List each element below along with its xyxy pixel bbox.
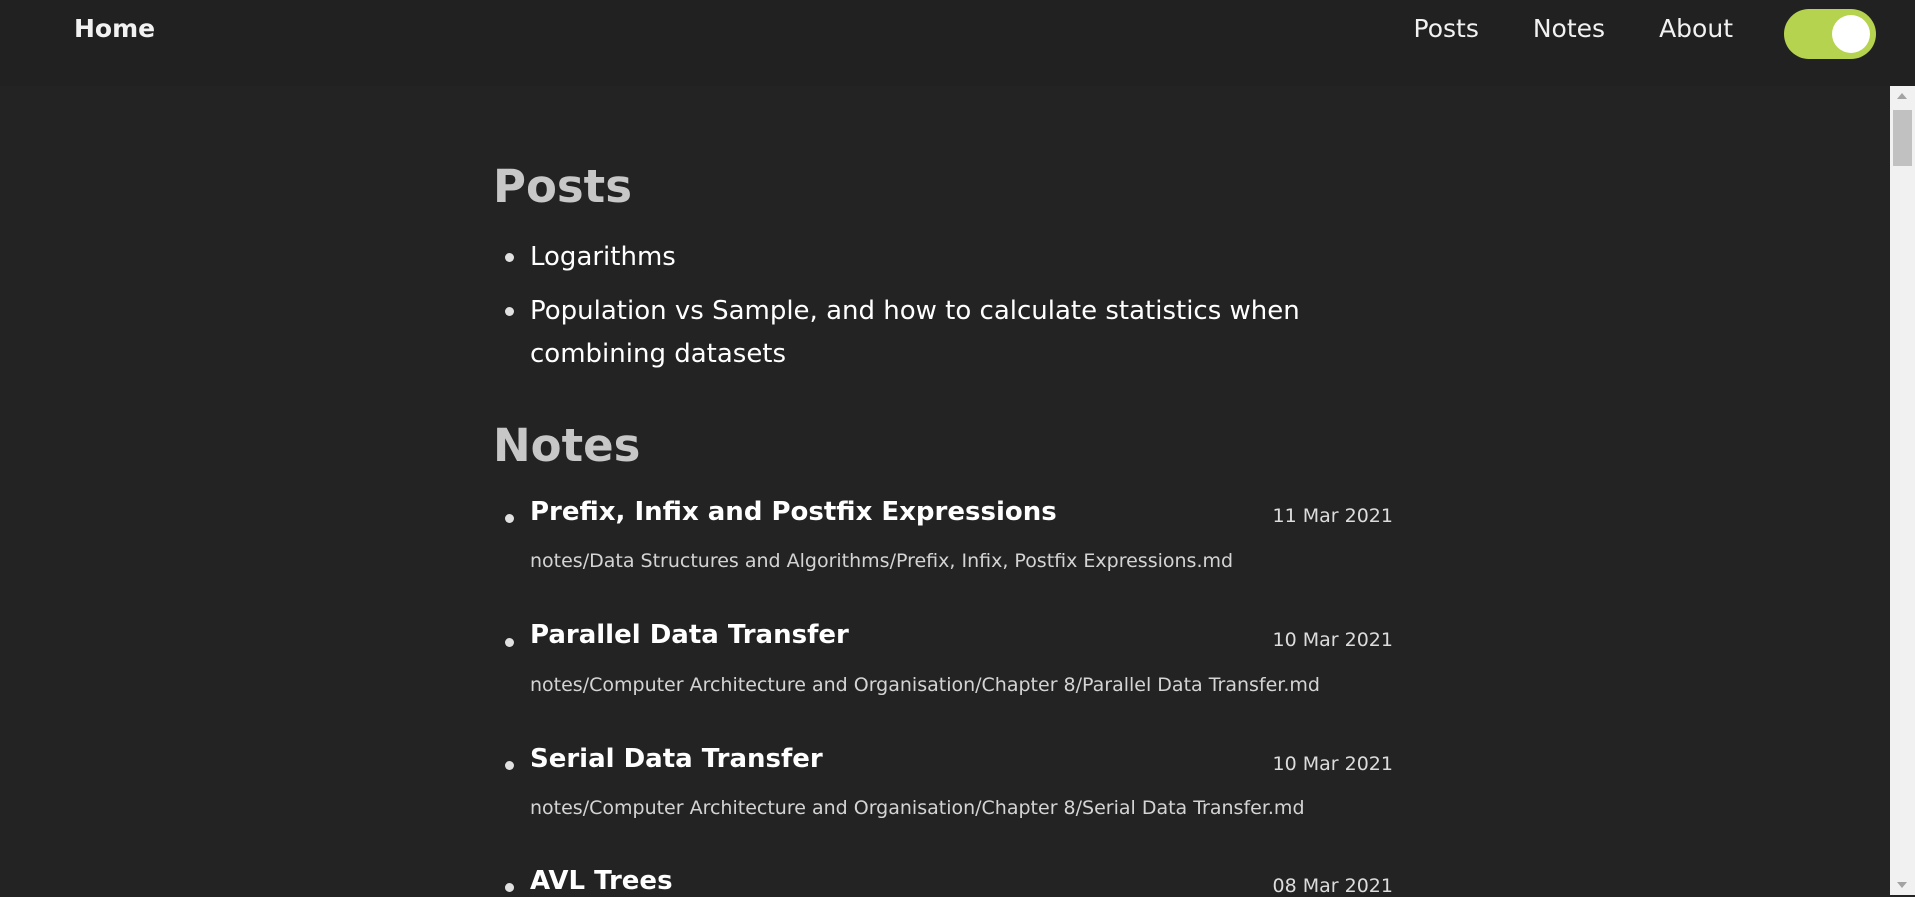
bullet-icon	[505, 514, 514, 523]
bullet-icon	[505, 253, 514, 262]
note-path: notes/Data Structures and Algorithms/Pre…	[530, 550, 1234, 572]
nav-link-notes[interactable]: Notes	[1533, 14, 1605, 43]
note-date: 08 Mar 2021	[1272, 875, 1393, 897]
posts-heading: Posts	[493, 160, 632, 213]
post-item-population-vs-sample[interactable]: Population vs Sample, and how to calcula…	[530, 290, 1390, 376]
nav-home-link[interactable]: Home	[74, 14, 155, 43]
bullet-icon	[505, 638, 514, 647]
note-date: 10 Mar 2021	[1272, 753, 1393, 775]
theme-toggle[interactable]	[1784, 9, 1876, 59]
bullet-icon	[505, 883, 514, 892]
scroll-thumb[interactable]	[1893, 110, 1912, 166]
post-item-logarithms[interactable]: Logarithms	[530, 236, 1390, 279]
note-title[interactable]: Serial Data Transfer	[530, 744, 823, 774]
vertical-scrollbar[interactable]	[1890, 86, 1915, 895]
nav-link-about[interactable]: About	[1659, 14, 1733, 43]
note-date: 11 Mar 2021	[1272, 505, 1393, 527]
note-title[interactable]: Parallel Data Transfer	[530, 620, 849, 650]
note-date: 10 Mar 2021	[1272, 629, 1393, 651]
notes-heading: Notes	[493, 419, 641, 472]
bullet-icon	[505, 307, 514, 316]
note-path: notes/Computer Architecture and Organisa…	[530, 674, 1320, 696]
scroll-down-arrow-icon[interactable]	[1897, 882, 1907, 888]
scroll-up-arrow-icon[interactable]	[1897, 93, 1907, 99]
top-navbar: Home Posts Notes About	[0, 0, 1915, 86]
note-title[interactable]: AVL Trees	[530, 866, 673, 896]
note-title[interactable]: Prefix, Infix and Postfix Expressions	[530, 497, 1057, 527]
nav-link-posts[interactable]: Posts	[1414, 14, 1479, 43]
note-path: notes/Computer Architecture and Organisa…	[530, 797, 1305, 819]
bullet-icon	[505, 761, 514, 770]
nav-links: Posts Notes About	[1414, 14, 1733, 43]
toggle-knob	[1832, 15, 1870, 53]
